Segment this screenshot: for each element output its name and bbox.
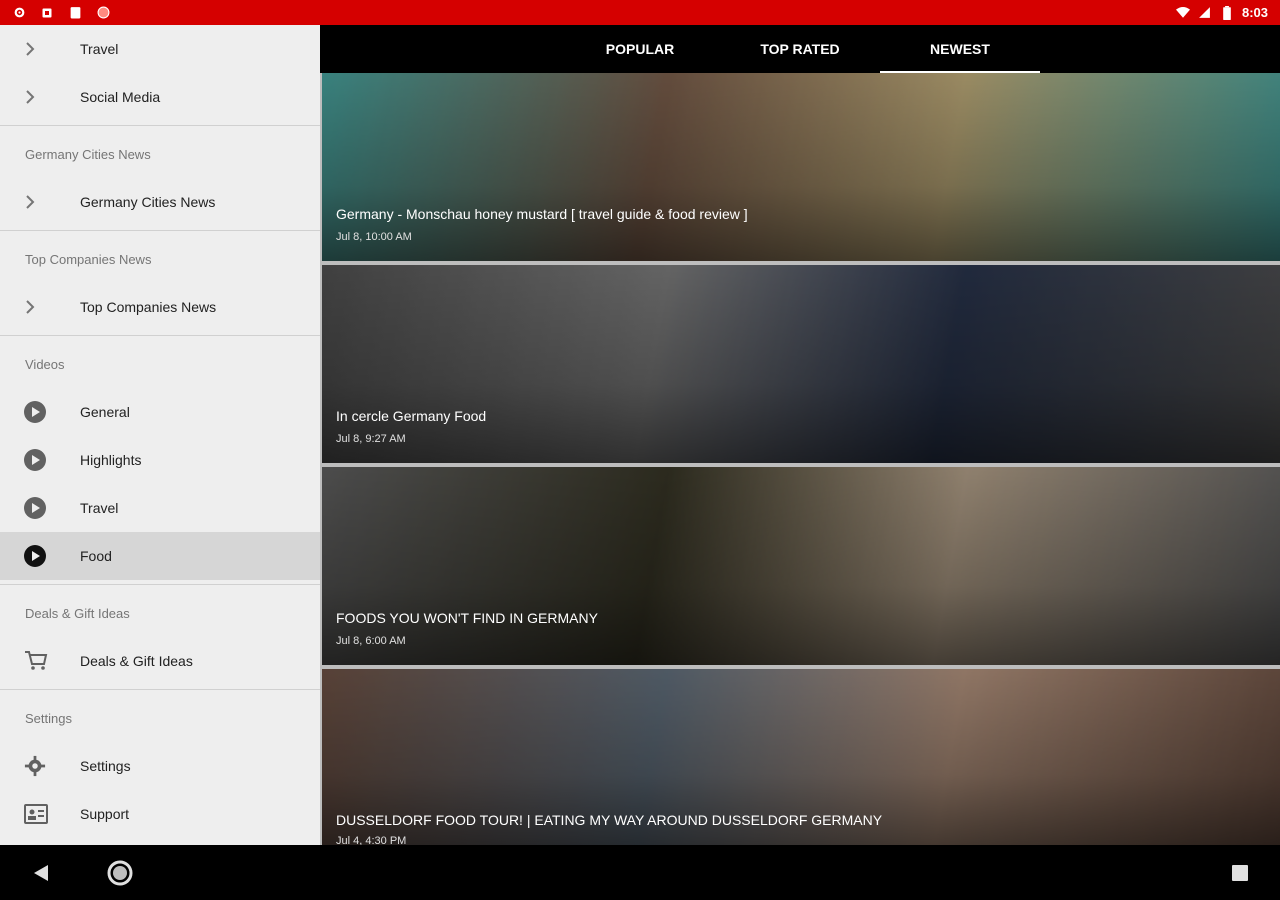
chevron-right-icon: [0, 299, 80, 315]
drawer-item-label: Travel: [80, 500, 119, 516]
video-card[interactable]: Germany - Monschau honey mustard [ trave…: [322, 73, 1280, 261]
chevron-right-icon: [0, 194, 80, 210]
drawer-item-travel[interactable]: Travel: [0, 25, 320, 73]
section-header-germany-cities: Germany Cities News: [25, 146, 151, 162]
drawer-item-highlights[interactable]: Highlights: [0, 436, 320, 484]
drawer-item-label: Top Companies News: [80, 299, 217, 315]
video-title: DUSSELDORF FOOD TOUR! | EATING MY WAY AR…: [336, 812, 883, 828]
drawer-item-label: Support: [80, 806, 130, 822]
drawer-item-germany-cities-news[interactable]: Germany Cities News: [0, 178, 320, 226]
drawer-item-settings[interactable]: Settings: [0, 742, 320, 790]
status-bar: 8:03: [0, 0, 1280, 25]
video-date: Jul 8, 6:00 AM: [336, 635, 406, 647]
video-card[interactable]: In cercle Germany Food Jul 8, 9:27 AM: [322, 265, 1280, 463]
clipboard-icon: [68, 6, 82, 20]
drawer-item-social-media[interactable]: Social Media: [0, 73, 320, 121]
video-date: Jul 8, 10:00 AM: [336, 231, 412, 243]
signal-icon: [1198, 6, 1212, 20]
section-header-deals: Deals & Gift Ideas: [25, 605, 130, 621]
wifi-icon: [1175, 6, 1190, 20]
battery-icon: [1220, 5, 1234, 20]
home-icon[interactable]: [106, 859, 134, 887]
drawer-item-general[interactable]: General: [0, 388, 320, 436]
divider: [0, 230, 320, 231]
drawer-item-food[interactable]: Food: [0, 532, 320, 580]
app-icon: [96, 6, 110, 20]
video-title: In cercle Germany Food: [336, 408, 487, 424]
drawer-item-label: General: [80, 404, 130, 420]
drawer-item-label: Social Media: [80, 89, 161, 105]
play-circle-icon: [0, 449, 80, 471]
video-title: FOODS YOU WON'T FIND IN GERMANY: [336, 610, 598, 626]
video-title: Germany - Monschau honey mustard [ trave…: [336, 206, 748, 222]
settings-icon: [12, 6, 26, 20]
drawer-item-videos-travel[interactable]: Travel: [0, 484, 320, 532]
section-header-videos: Videos: [25, 356, 65, 372]
video-card[interactable]: DUSSELDORF FOOD TOUR! | EATING MY WAY AR…: [322, 669, 1280, 845]
back-icon[interactable]: [27, 859, 55, 887]
tab-bar: POPULAR TOP RATED NEWEST: [320, 25, 1280, 73]
tab-newest[interactable]: NEWEST: [880, 25, 1040, 73]
gear-icon: [0, 755, 80, 777]
drawer-item-top-companies-news[interactable]: Top Companies News: [0, 283, 320, 331]
tab-top-rated[interactable]: TOP RATED: [720, 25, 880, 73]
play-circle-icon: [0, 497, 80, 519]
chevron-right-icon: [0, 41, 80, 57]
drawer-item-deals-gift-ideas[interactable]: Deals & Gift Ideas: [0, 637, 320, 685]
tab-popular[interactable]: POPULAR: [560, 25, 720, 73]
support-icon: [0, 804, 80, 824]
video-date: Jul 4, 4:30 PM: [336, 835, 407, 845]
section-header-settings: Settings: [25, 710, 72, 726]
drawer-item-support[interactable]: Support: [0, 790, 320, 838]
divider: [0, 584, 320, 585]
divider: [0, 125, 320, 126]
divider: [0, 335, 320, 336]
status-time: 8:03: [1241, 5, 1268, 20]
section-header-top-companies: Top Companies News: [25, 251, 152, 267]
video-feed: Germany - Monschau honey mustard [ trave…: [320, 73, 1280, 845]
video-date: Jul 8, 9:27 AM: [336, 433, 406, 445]
sim-icon: [40, 6, 54, 20]
drawer-item-label: Highlights: [80, 452, 142, 468]
recents-icon[interactable]: [1226, 859, 1254, 887]
drawer-item-label: Food: [80, 548, 112, 564]
play-circle-icon: [0, 401, 80, 423]
drawer-item-label: Travel: [80, 41, 119, 57]
drawer-item-label: Settings: [80, 758, 131, 774]
drawer-item-label: Germany Cities News: [80, 194, 216, 210]
drawer-item-label: Deals & Gift Ideas: [80, 653, 193, 669]
cart-icon: [0, 650, 80, 672]
divider: [0, 689, 320, 690]
play-circle-icon: [0, 545, 80, 567]
system-nav-bar: [0, 845, 1280, 900]
navigation-drawer: Travel Social Media Germany Cities News …: [0, 25, 320, 845]
chevron-right-icon: [0, 89, 80, 105]
video-card[interactable]: FOODS YOU WON'T FIND IN GERMANY Jul 8, 6…: [322, 467, 1280, 665]
